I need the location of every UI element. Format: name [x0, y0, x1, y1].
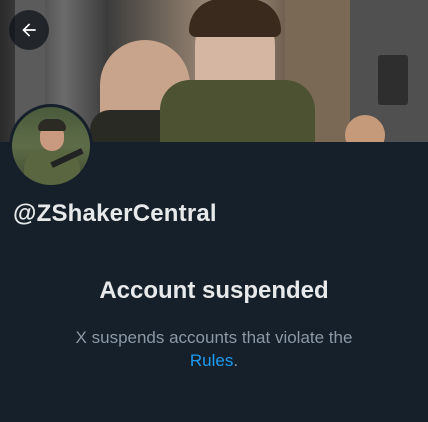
message-period: . — [233, 351, 239, 370]
banner-speaker — [378, 55, 408, 105]
suspended-title: Account suspended — [99, 277, 329, 304]
rules-link[interactable]: Rules — [190, 351, 233, 370]
suspended-message: X suspends accounts that violate the Rul… — [40, 326, 388, 372]
profile-handle: @ZShakerCentral — [13, 200, 217, 227]
banner-person-center — [160, 0, 315, 142]
suspended-message-text: X suspends accounts that violate the — [75, 328, 353, 347]
arrow-left-icon — [22, 23, 36, 37]
profile-avatar[interactable] — [9, 104, 93, 188]
back-button[interactable] — [9, 10, 49, 50]
